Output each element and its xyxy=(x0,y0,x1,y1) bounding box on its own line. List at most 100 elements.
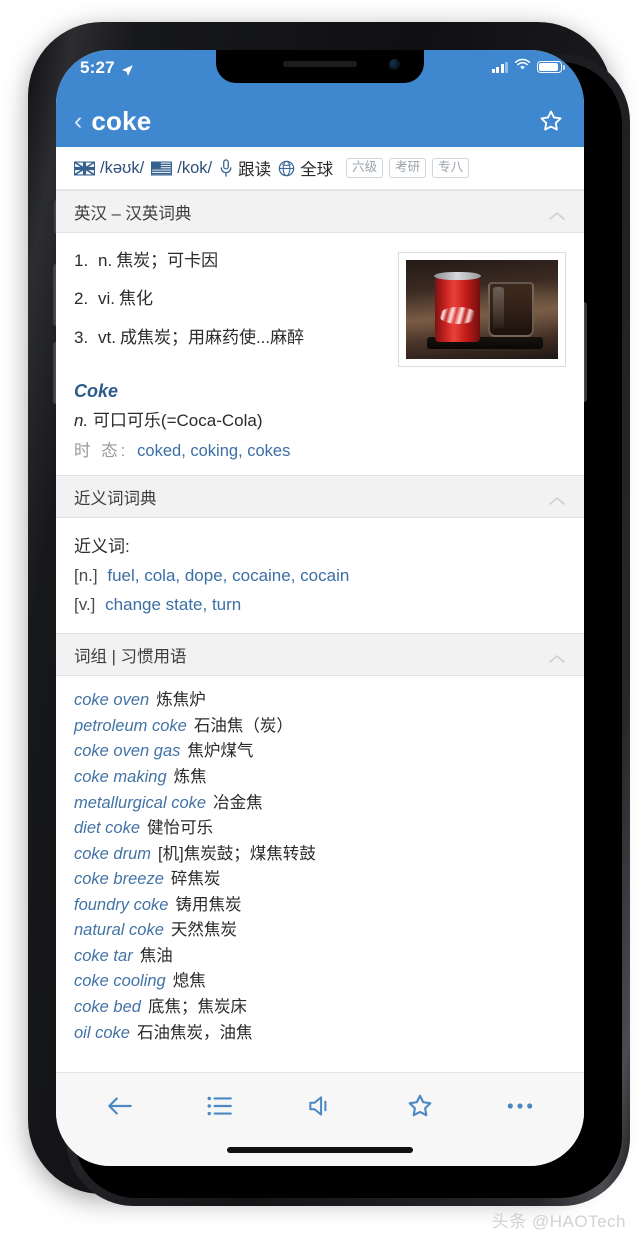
phrase-item[interactable]: coke making 炼焦 xyxy=(74,765,566,791)
chevron-up-icon[interactable] xyxy=(548,492,566,505)
dictionary-body: 1. n. 焦炭；可卡因 2. vi. 焦化 3. vt. 成焦炭；用麻药使..… xyxy=(56,233,584,379)
section-header-dictionary[interactable]: 英汉 – 汉英词典 xyxy=(56,190,584,233)
us-flag-icon xyxy=(151,161,173,176)
home-indicator[interactable] xyxy=(227,1147,413,1153)
favorite-star-icon[interactable] xyxy=(538,108,564,134)
phrase-item[interactable]: coke breeze 碎焦炭 xyxy=(74,867,566,893)
status-right xyxy=(491,58,565,76)
phrase-cn: 炼焦炉 xyxy=(156,691,206,710)
synonyms-heading: 近义词: xyxy=(74,537,130,556)
content-scroll[interactable]: 英汉 – 汉英词典 1. n. 焦炭；可卡因 2. vi. 焦化 3. vt. … xyxy=(56,190,584,1042)
phrase-en: petroleum coke xyxy=(74,716,187,735)
chevron-up-icon[interactable] xyxy=(548,207,566,220)
phrase-en: natural coke xyxy=(74,921,164,940)
definition-item: 3. vt. 成焦炭；用麻药使...麻醉 xyxy=(74,327,392,348)
photo-can xyxy=(433,272,481,343)
global-label: 全球 xyxy=(300,161,334,179)
microphone-icon xyxy=(219,159,233,177)
phrase-item[interactable]: foundry coke 铸用焦炭 xyxy=(74,893,566,919)
photo-can-logo xyxy=(438,306,477,324)
phrase-en: diet coke xyxy=(74,819,141,838)
page-title: coke xyxy=(91,105,152,136)
phrase-cn: 石油焦（炭） xyxy=(193,716,293,735)
phone-screen: 5:27 ‹ coke /kəʊk/ /kok/ 跟读 全球 六级 考研 专八 … xyxy=(56,50,584,1166)
us-pronunciation[interactable]: /kok/ xyxy=(151,159,212,178)
proper-noun-pos: n. xyxy=(74,411,89,430)
wifi-icon xyxy=(514,58,531,76)
front-camera xyxy=(389,59,400,70)
tense-row: 时 态: coked, coking, cokes xyxy=(74,437,566,461)
definition-list: 1. n. 焦炭；可卡因 2. vi. 焦化 3. vt. 成焦炭；用麻药使..… xyxy=(74,247,392,365)
arrow-left-icon[interactable] xyxy=(103,1091,137,1121)
phrase-en: coke tar xyxy=(74,946,133,965)
synonyms-body: 近义词: [n.] fuel, cola, dope, cocaine, coc… xyxy=(56,518,584,633)
definition-number: 2. xyxy=(74,289,89,309)
phonetics-row: /kəʊk/ /kok/ 跟读 全球 六级 考研 专八 xyxy=(56,147,584,190)
phrase-item[interactable]: coke bed 底焦；焦炭床 xyxy=(74,995,566,1021)
status-left: 5:27 xyxy=(80,58,134,78)
phrase-en: coke breeze xyxy=(74,870,164,889)
phrase-en: metallurgical coke xyxy=(74,793,207,812)
uk-pronunciation[interactable]: /kəʊk/ xyxy=(74,159,144,178)
synonym-words[interactable]: fuel, cola, dope, cocaine, cocain xyxy=(107,566,349,585)
coca-cola-photo xyxy=(406,260,558,359)
phrase-item[interactable]: natural coke 天然焦炭 xyxy=(74,918,566,944)
phrase-item[interactable]: oil coke 石油焦炭，油焦 xyxy=(74,1021,566,1042)
status-time: 5:27 xyxy=(80,58,115,77)
section-title-phrases: 词组 | 习惯用语 xyxy=(74,647,187,666)
section-header-synonyms[interactable]: 近义词词典 xyxy=(56,475,584,518)
phrase-item[interactable]: coke tar 焦油 xyxy=(74,944,566,970)
phrase-item[interactable]: coke oven 炼焦炉 xyxy=(74,688,566,714)
follow-read-button[interactable]: 跟读 xyxy=(219,156,271,180)
battery-icon xyxy=(537,61,565,73)
earpiece-speaker xyxy=(283,61,357,67)
phrase-item[interactable]: coke oven gas 焦炉煤气 xyxy=(74,739,566,765)
phrase-item[interactable]: petroleum coke 石油焦（炭） xyxy=(74,714,566,740)
phrase-cn: 炼焦 xyxy=(173,767,207,786)
watermark: 头条 @HAOTech xyxy=(491,1212,626,1231)
synonym-group-verb: [v.] change state, turn xyxy=(74,593,566,618)
ellipsis-icon[interactable] xyxy=(503,1091,537,1121)
uk-phonetic-text: /kəʊk/ xyxy=(100,158,145,177)
badge-tem8: 专八 xyxy=(432,158,470,178)
photo-glass xyxy=(488,281,534,338)
phrase-item[interactable]: metallurgical coke 冶金焦 xyxy=(74,791,566,817)
phrase-item[interactable]: coke cooling 熄焦 xyxy=(74,969,566,995)
notch xyxy=(216,50,424,83)
phrase-cn: 底焦；焦炭床 xyxy=(147,998,247,1017)
phrase-cn: [机]焦炭鼓；煤焦转鼓 xyxy=(158,844,316,863)
uk-flag-icon xyxy=(74,160,95,176)
definition-pos: n. xyxy=(98,251,113,270)
word-image-thumbnail[interactable] xyxy=(398,252,566,367)
synonym-group-noun: [n.] fuel, cola, dope, cocaine, cocain xyxy=(74,564,566,589)
badge-cet6: 六级 xyxy=(346,158,384,178)
global-pronunciation-button[interactable]: 全球 xyxy=(278,156,333,180)
navigation-bar: ‹ coke xyxy=(56,95,584,147)
section-title-synonyms: 近义词词典 xyxy=(74,489,157,508)
star-outline-icon[interactable] xyxy=(403,1091,437,1121)
definition-number: 3. xyxy=(74,327,89,347)
definition-text: 成焦炭；用麻药使...麻醉 xyxy=(119,327,305,347)
back-chevron-icon[interactable]: ‹ xyxy=(74,108,82,134)
phrase-item[interactable]: coke drum [机]焦炭鼓；煤焦转鼓 xyxy=(74,842,566,868)
synonym-words[interactable]: change state, turn xyxy=(105,595,241,614)
phrase-cn: 焦油 xyxy=(139,946,173,965)
location-arrow-icon xyxy=(121,62,134,76)
screenshot-root: 5:27 ‹ coke /kəʊk/ /kok/ 跟读 全球 六级 考研 专八 … xyxy=(0,0,640,1240)
tense-values[interactable]: coked, coking, cokes xyxy=(137,442,290,461)
phrase-item[interactable]: diet coke 健怡可乐 xyxy=(74,816,566,842)
phrase-en: oil coke xyxy=(74,1023,130,1042)
toolbar-icons xyxy=(56,1073,584,1133)
section-header-phrases[interactable]: 词组 | 习惯用语 xyxy=(56,633,584,677)
phrase-cn: 健怡可乐 xyxy=(147,819,214,838)
phrase-en: coke oven xyxy=(74,691,150,710)
speaker-icon[interactable] xyxy=(303,1091,337,1121)
exam-badges: 六级 考研 专八 xyxy=(346,158,470,178)
phrase-cn: 石油焦炭，油焦 xyxy=(136,1023,253,1042)
phrase-en: coke cooling xyxy=(74,972,166,991)
phrase-cn: 铸用焦炭 xyxy=(175,895,242,914)
bottom-toolbar xyxy=(56,1072,584,1166)
chevron-up-icon[interactable] xyxy=(548,650,566,663)
list-icon[interactable] xyxy=(203,1091,237,1121)
phrase-en: coke oven gas xyxy=(74,742,181,761)
